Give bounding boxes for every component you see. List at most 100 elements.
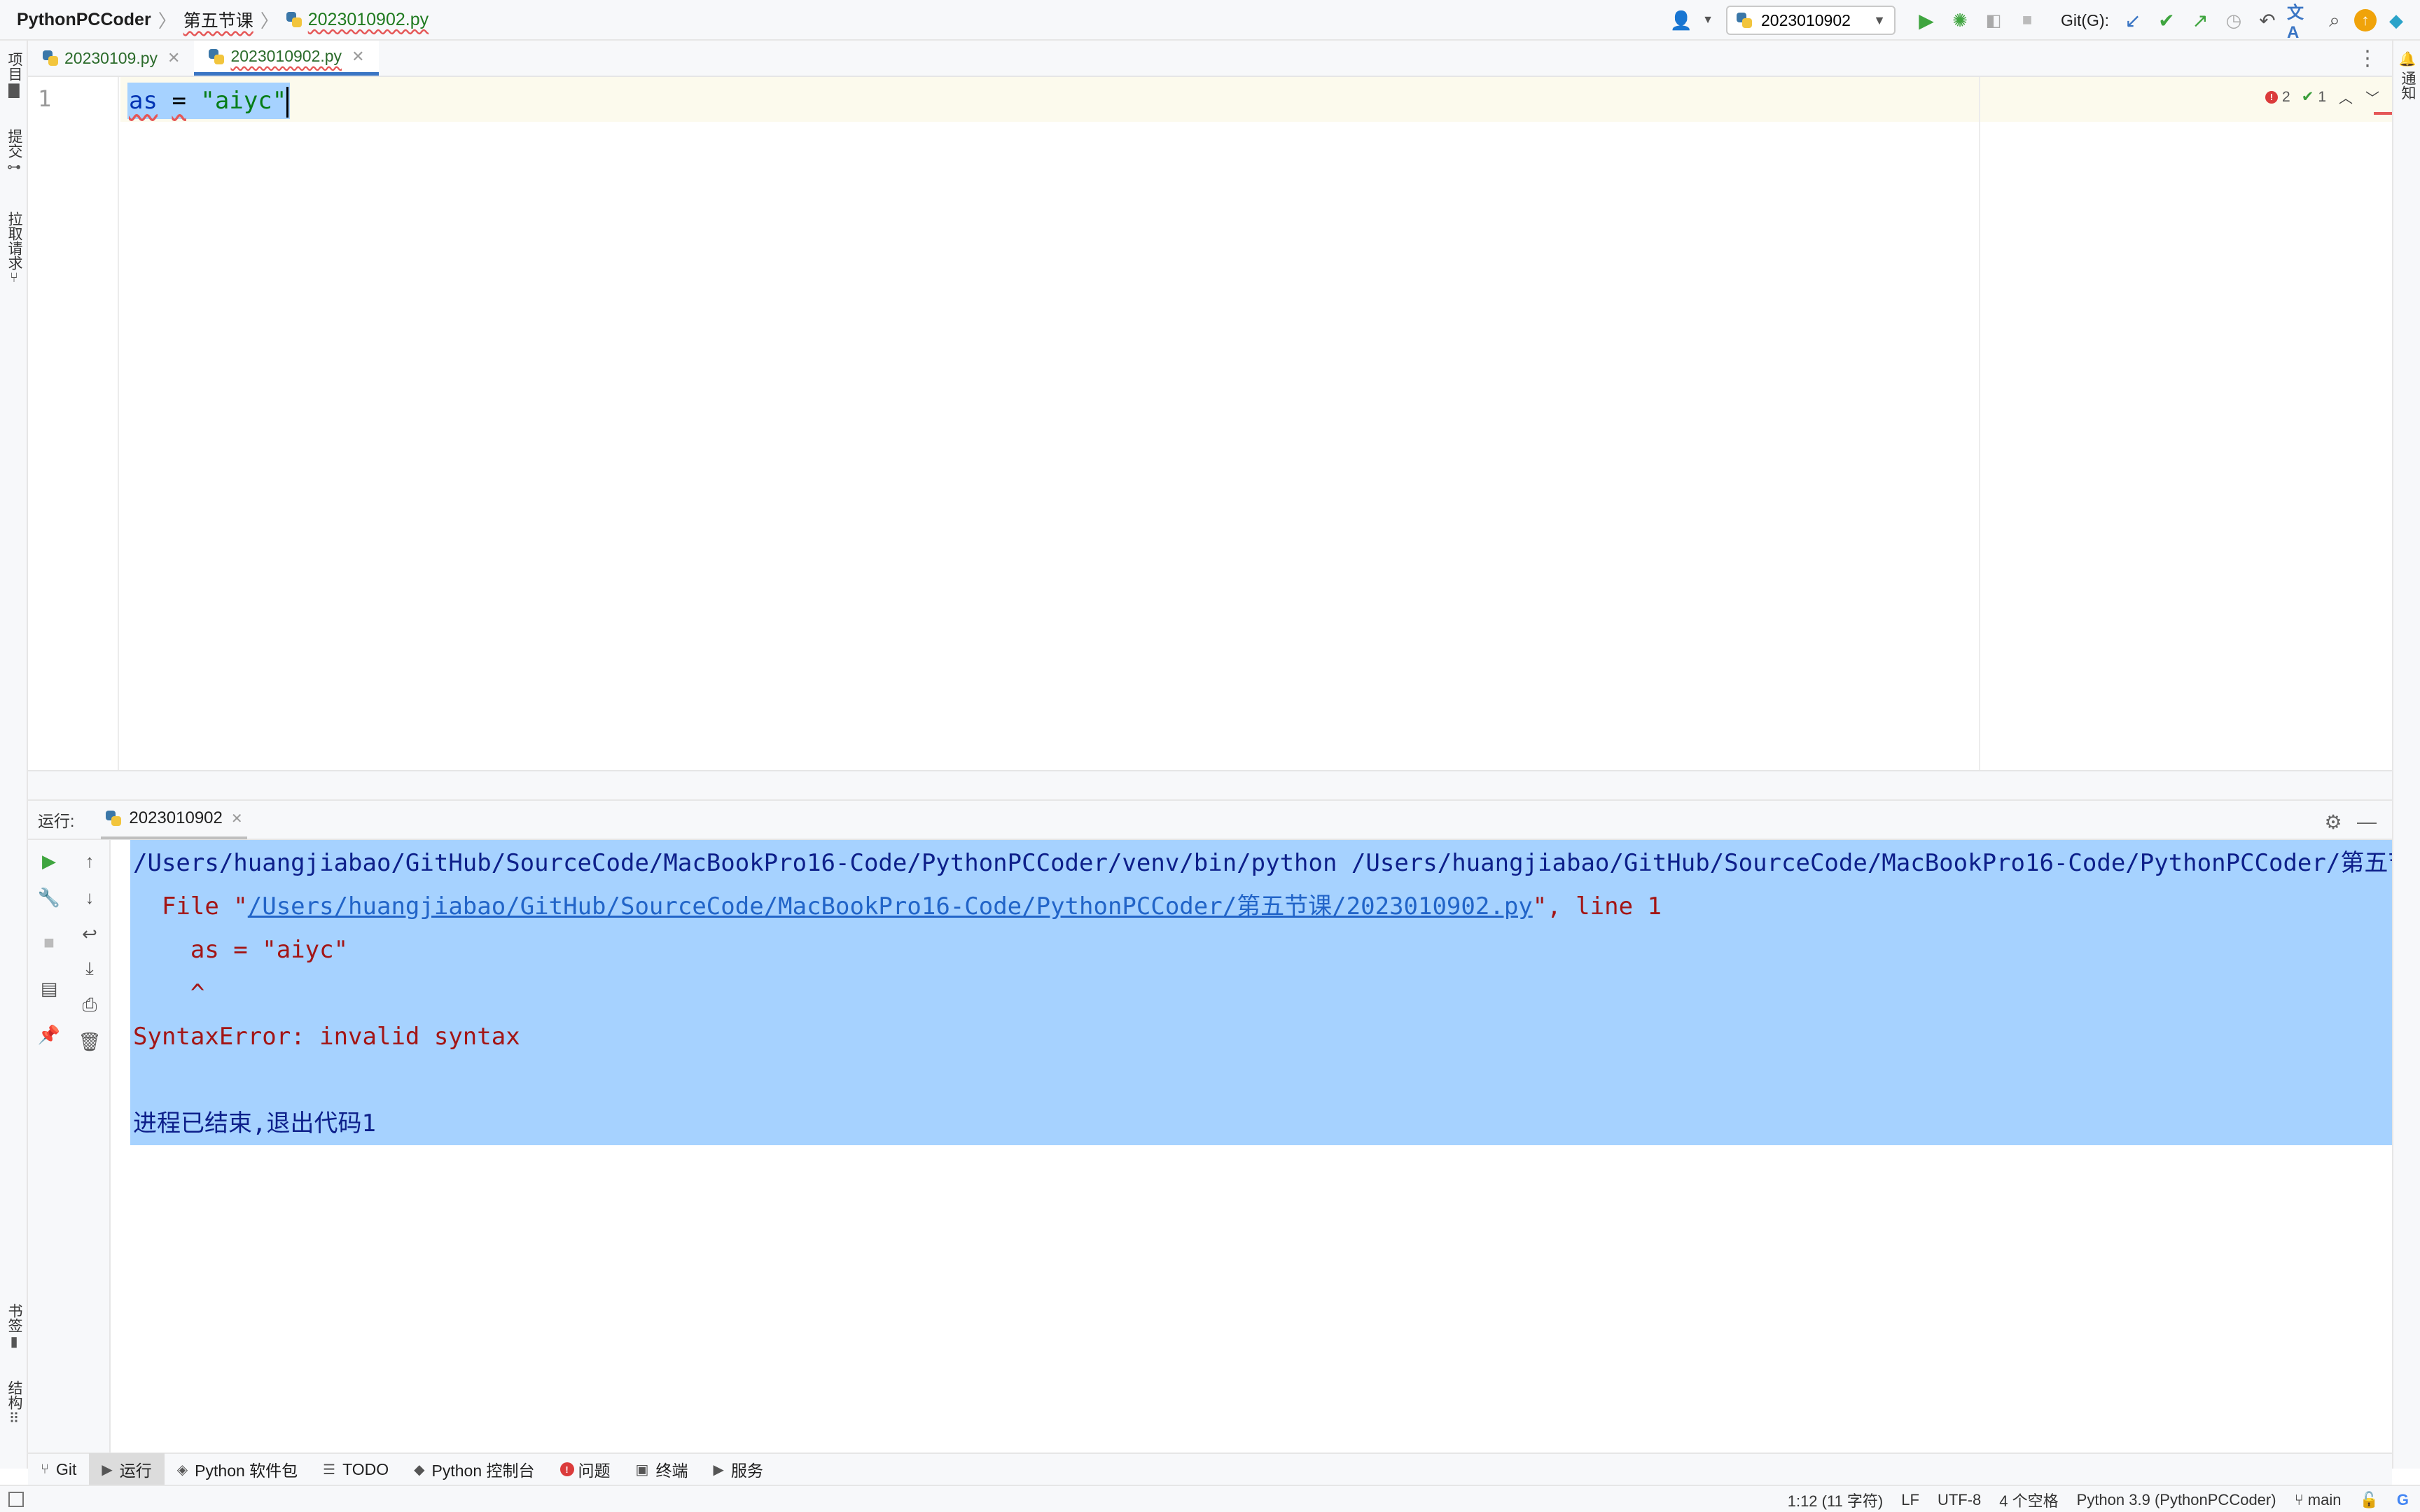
file-encoding[interactable]: UTF-8 xyxy=(1938,1491,1981,1509)
tab-2023010902[interactable]: 2023010902.py ✕ xyxy=(194,41,379,76)
line-separator[interactable]: LF xyxy=(1901,1491,1919,1509)
update-icon[interactable]: ↑ xyxy=(2354,9,2377,31)
error-count[interactable]: ! 2 xyxy=(2265,89,2290,106)
commit-tool-label: 提交 xyxy=(6,129,22,158)
close-icon[interactable]: ✕ xyxy=(352,48,364,66)
warning-count[interactable]: ✔ 1 xyxy=(2302,88,2326,106)
breadcrumb-file[interactable]: 2023010902.py xyxy=(308,10,429,30)
run-tool-button[interactable]: ▶ 运行 xyxy=(89,1453,165,1485)
services-tool-label: 服务 xyxy=(730,1462,763,1480)
code-line[interactable]: as = "aiyc" xyxy=(127,83,291,119)
stop-icon[interactable]: ■ xyxy=(35,928,63,956)
project-tool-button[interactable]: 项目 ▇ xyxy=(0,49,28,99)
git-commit-icon[interactable]: ✔ xyxy=(2153,6,2181,34)
previous-highlight-icon[interactable]: ︿ xyxy=(2339,87,2353,107)
coverage-icon[interactable]: ◧ xyxy=(1980,6,2008,34)
trash-icon[interactable]: 🗑 xyxy=(76,1028,104,1056)
caret-position[interactable]: 1:12 (11 字符) xyxy=(1788,1489,1884,1511)
python-file-icon xyxy=(105,810,122,827)
wrench-icon[interactable]: 🔧 xyxy=(35,883,63,911)
console-command-line: /Users/huangjiabao/GitHub/SourceCode/Mac… xyxy=(133,849,2392,877)
history-icon[interactable]: ◷ xyxy=(2220,6,2248,34)
git-branch-icon: ⑂ xyxy=(2294,1490,2304,1508)
chevron-down-icon[interactable]: ▼ xyxy=(1701,6,1715,34)
tab-20230109[interactable]: 20230109.py ✕ xyxy=(28,41,194,76)
print-icon[interactable]: ⎙ xyxy=(76,991,104,1019)
python-console-tool-button[interactable]: ◆ Python 控制台 xyxy=(401,1453,547,1485)
console-file-link[interactable]: /Users/huangjiabao/GitHub/SourceCode/Mac… xyxy=(248,892,1533,920)
python-file-icon xyxy=(42,50,59,66)
structure-tool-button[interactable]: 结构 ⠿ xyxy=(0,1378,28,1427)
lock-icon[interactable]: 🔓 xyxy=(2359,1491,2378,1509)
notifications-tool-button[interactable]: 🔔 通知 xyxy=(2393,50,2420,100)
breadcrumb-directory[interactable]: 第五节课 xyxy=(183,7,253,32)
terminal-tool-button[interactable]: ▣ 终端 xyxy=(623,1453,701,1485)
more-vertical-icon[interactable]: ⋮ xyxy=(2357,46,2378,71)
panel-splitter[interactable] xyxy=(28,770,2392,801)
breadcrumb-project[interactable]: PythonPCCoder xyxy=(17,10,151,30)
run-console[interactable]: /Users/huangjiabao/GitHub/SourceCode/Mac… xyxy=(112,840,2392,1452)
text-caret xyxy=(286,86,289,118)
scroll-to-end-icon[interactable]: ⤓ xyxy=(76,955,104,983)
google-icon[interactable]: G xyxy=(2397,1491,2409,1509)
pull-requests-tool-button[interactable]: 拉取请求 ⑂ xyxy=(0,209,28,286)
soft-wrap-icon[interactable]: ↩ xyxy=(76,920,104,948)
run-configuration-label: 2023010902 xyxy=(1761,10,1851,29)
run-tab[interactable]: 2023010902 ✕ xyxy=(101,800,247,839)
run-configuration-select[interactable]: 2023010902 ▼ xyxy=(1726,6,1896,35)
git-push-icon[interactable]: ↗ xyxy=(2186,6,2214,34)
pull-requests-tool-label: 拉取请求 xyxy=(6,211,22,270)
todo-tool-label: TODO xyxy=(342,1460,389,1478)
editor-tab-bar: 20230109.py ✕ 2023010902.py ✕ ⋮ xyxy=(28,41,2392,77)
error-stripe-marker[interactable] xyxy=(2374,112,2392,115)
stop-icon[interactable]: ■ xyxy=(2013,6,2041,34)
git-tool-button[interactable]: ⑂ Git xyxy=(28,1453,89,1485)
plugin-icon[interactable]: ◆ xyxy=(2382,6,2410,34)
gear-icon[interactable]: ⚙ xyxy=(2319,808,2347,836)
run-icon: ▶ xyxy=(102,1462,113,1478)
services-tool-button[interactable]: ▶ 服务 xyxy=(700,1453,775,1485)
minimize-icon[interactable]: — xyxy=(2353,808,2381,836)
bottom-tool-bar: ⑂ Git ▶ 运行 ◈ Python 软件包 ☰ TODO ◆ Python … xyxy=(28,1452,2392,1485)
indent-setting[interactable]: 4 个空格 xyxy=(1999,1489,2058,1511)
notifications-tool-label: 通知 xyxy=(2400,71,2416,100)
run-icon[interactable]: ▶ xyxy=(1912,6,1940,34)
python-console-tool-label: Python 控制台 xyxy=(431,1462,535,1480)
debug-icon[interactable]: ✺ xyxy=(1946,6,1974,34)
rerun-icon[interactable]: ▶ xyxy=(35,847,63,875)
scroll-down-icon[interactable]: ↓ xyxy=(76,883,104,911)
services-icon: ▶ xyxy=(713,1462,724,1478)
git-update-icon[interactable]: ↙ xyxy=(2119,6,2147,34)
run-panel-label: 运行: xyxy=(38,812,75,830)
git-branch[interactable]: ⑂ main xyxy=(2295,1491,2342,1509)
bookmarks-tool-button[interactable]: 书签 ▮ xyxy=(0,1301,28,1350)
user-icon[interactable]: 👤 xyxy=(1667,6,1695,34)
chevron-right-icon: 〉 xyxy=(260,10,279,31)
terminal-icon: ▣ xyxy=(635,1462,649,1478)
structure-tool-label: 结构 xyxy=(6,1380,22,1410)
translate-icon[interactable]: 文A xyxy=(2287,4,2315,42)
tool-window-toggle-icon[interactable] xyxy=(8,1491,24,1507)
run-panel-toolbar: ▶ 🔧 ■ ▤ 📌 ↑ ↓ ↩ ⤓ ⎙ 🗑 xyxy=(28,840,111,1452)
scroll-up-icon[interactable]: ↑ xyxy=(76,847,104,875)
commit-tool-button[interactable]: 提交 ⊶ xyxy=(0,126,28,176)
left-tool-strip: 项目 ▇ 提交 ⊶ 拉取请求 ⑂ 书签 ▮ 结构 ⠿ xyxy=(0,41,28,1469)
rollback-icon[interactable]: ↶ xyxy=(2253,6,2281,34)
close-icon[interactable]: ✕ xyxy=(231,810,243,827)
current-line-highlight xyxy=(120,77,2392,122)
inspections-widget[interactable]: ! 2 ✔ 1 ︿ ﹀ xyxy=(2254,87,2379,107)
git-label: Git(G): xyxy=(2061,10,2109,29)
code-editor[interactable]: 1 as = "aiyc" ! 2 ✔ 1 ︿ ﹀ xyxy=(28,77,2392,770)
todo-tool-button[interactable]: ☰ TODO xyxy=(310,1453,401,1485)
python-interpreter[interactable]: Python 3.9 (PythonPCCoder) xyxy=(2077,1491,2276,1509)
search-icon[interactable]: ⌕ xyxy=(2321,6,2349,34)
problems-tool-button[interactable]: ! 问题 xyxy=(548,1453,623,1485)
pin-icon[interactable]: 📌 xyxy=(35,1021,63,1049)
layout-icon[interactable]: ▤ xyxy=(35,974,63,1002)
python-packages-tool-button[interactable]: ◈ Python 软件包 xyxy=(165,1453,310,1485)
chevron-right-icon: 〉 xyxy=(158,10,176,31)
close-icon[interactable]: ✕ xyxy=(167,49,180,67)
right-tool-strip: 🔔 通知 xyxy=(2392,41,2420,1469)
next-highlight-icon[interactable]: ﹀ xyxy=(2365,87,2379,107)
